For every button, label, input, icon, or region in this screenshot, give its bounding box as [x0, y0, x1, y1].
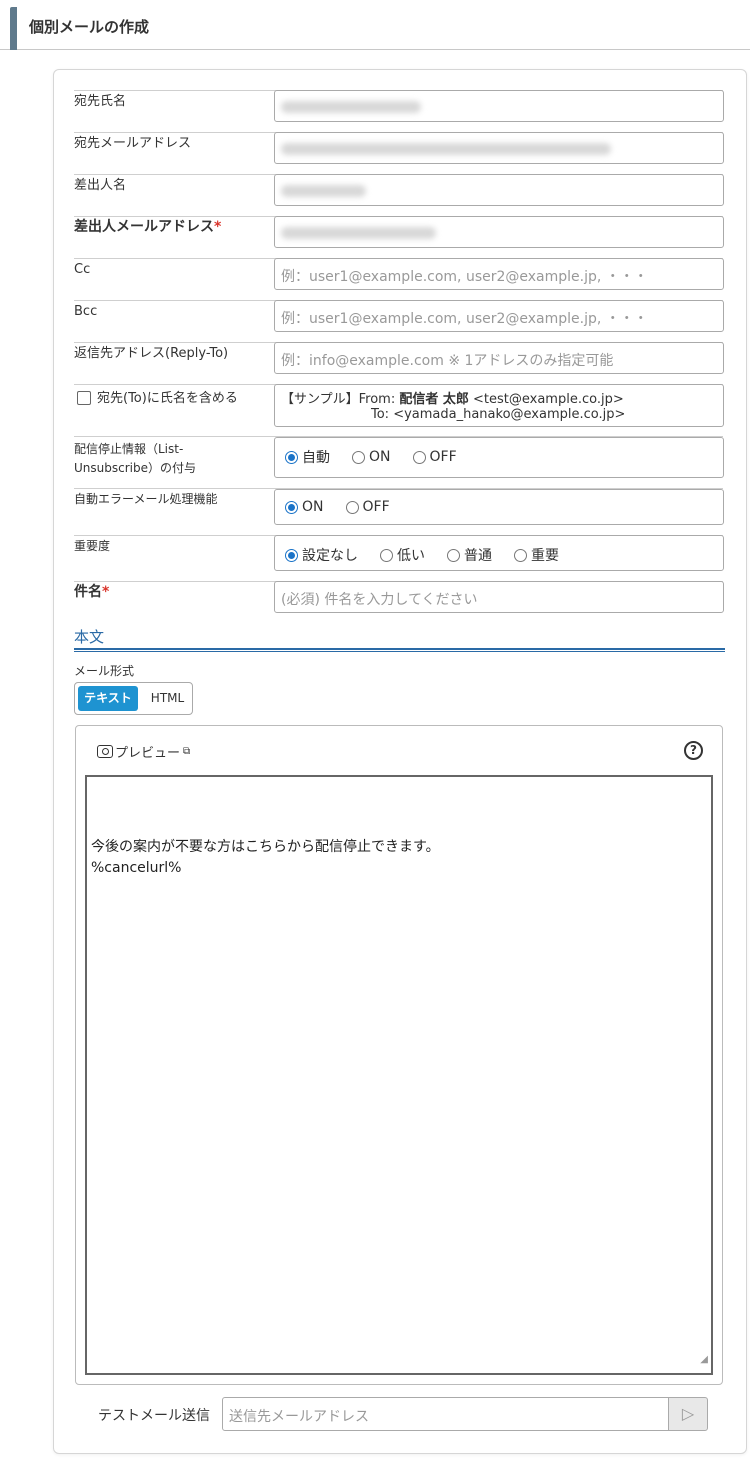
radio-off[interactable]: OFF: [412, 449, 457, 465]
header-accent-bar: [10, 7, 17, 50]
radio-dot-icon: [285, 450, 298, 464]
redacted-value: [281, 185, 366, 197]
body-section-title: 本文: [74, 628, 105, 646]
body-line: %cancelurl%: [91, 860, 182, 876]
to-email-label: 宛先メールアドレス: [74, 136, 192, 151]
test-mail-label: テストメール送信: [98, 1408, 210, 1424]
body-textarea[interactable]: 今後の案内が不要な方はこちらから配信停止できます。 %cancelurl% ◢: [85, 775, 713, 1375]
sample-from-line: 【サンプル】From: 配信者 太郎 <test@example.co.jp>: [281, 392, 624, 407]
preview-button[interactable]: プレビュー ⧉: [97, 742, 190, 761]
page-title: 個別メールの作成: [29, 18, 150, 36]
send-test-button[interactable]: ▷: [668, 1397, 708, 1431]
radio-dot-icon: [285, 548, 298, 562]
radio-on[interactable]: ON: [352, 449, 391, 465]
include-name-checkbox[interactable]: [77, 391, 91, 405]
help-icon[interactable]: ?: [684, 741, 703, 760]
list-unsubscribe-radio-group: 自動 ON OFF: [285, 447, 479, 467]
to-email-field[interactable]: [274, 132, 724, 164]
radio-dot-icon: [352, 450, 365, 464]
sample-to-line: To: <yamada_hanako@example.co.jp>: [371, 407, 626, 422]
external-link-icon: ⧉: [183, 746, 191, 757]
subject-input[interactable]: (必須) 件名を入力してください: [274, 581, 724, 613]
radio-dot-icon: [345, 500, 359, 514]
include-name-label[interactable]: 宛先(To)に氏名を含める: [97, 390, 238, 407]
radio-dot-icon: [412, 450, 426, 464]
section-divider: [74, 648, 725, 652]
radio-on[interactable]: ON: [285, 499, 324, 515]
resize-grip-icon[interactable]: ◢: [700, 1349, 708, 1370]
format-text-button[interactable]: テキスト: [78, 686, 138, 711]
mail-format-toggle: テキスト HTML: [74, 682, 193, 715]
eye-icon: [97, 745, 113, 758]
radio-dot-icon: [447, 548, 460, 562]
from-name-field[interactable]: [274, 174, 724, 206]
preview-label: プレビュー: [115, 746, 181, 761]
test-mail-input[interactable]: 送信先メールアドレス: [222, 1397, 669, 1431]
cc-label: Cc: [74, 262, 91, 277]
reply-to-label: 返信先アドレス(Reply-To): [74, 346, 229, 361]
radio-off[interactable]: OFF: [345, 499, 390, 515]
importance-radio-group: 設定なし 低い 普通 重要: [285, 545, 581, 565]
auto-error-label: 自動エラーメール処理機能: [74, 492, 218, 506]
body-line: 今後の案内が不要な方はこちらから配信停止できます。: [91, 839, 440, 855]
subject-label: 件名*: [74, 584, 110, 600]
radio-low[interactable]: 低い: [380, 545, 425, 565]
required-mark: *: [214, 219, 222, 235]
name-sample-box: 【サンプル】From: 配信者 太郎 <test@example.co.jp> …: [274, 384, 724, 427]
redacted-value: [281, 143, 611, 155]
send-icon: ▷: [681, 1404, 695, 1423]
to-name-field[interactable]: [274, 90, 724, 122]
format-html-button[interactable]: HTML: [145, 686, 190, 711]
required-mark: *: [102, 584, 110, 600]
cc-input[interactable]: 例：user1@example.com, user2@example.jp, ・…: [274, 258, 724, 290]
radio-dot-icon: [285, 500, 298, 514]
radio-high[interactable]: 重要: [514, 545, 559, 565]
from-email-field[interactable]: [274, 216, 724, 248]
radio-dot-icon: [380, 548, 393, 562]
auto-error-radio-group: ON OFF: [285, 499, 412, 515]
from-name-label: 差出人名: [74, 178, 127, 193]
radio-normal[interactable]: 普通: [447, 545, 492, 565]
page-header: 個別メールの作成: [0, 0, 750, 50]
from-email-label: 差出人メールアドレス*: [74, 219, 222, 235]
bcc-label: Bcc: [74, 304, 98, 319]
list-unsubscribe-label: 配信停止情報（List- Unsubscribe）の付与: [74, 442, 196, 475]
radio-auto[interactable]: 自動: [285, 447, 330, 467]
to-name-label: 宛先氏名: [74, 94, 127, 109]
bcc-input[interactable]: 例：user1@example.com, user2@example.jp, ・…: [274, 300, 724, 332]
redacted-value: [281, 101, 421, 113]
mail-format-label: メール形式: [74, 664, 135, 678]
importance-label: 重要度: [74, 539, 111, 553]
radio-dot-icon: [514, 548, 527, 562]
reply-to-input[interactable]: 例：info@example.com ※ 1アドレスのみ指定可能: [274, 342, 724, 374]
redacted-value: [281, 227, 436, 239]
radio-none[interactable]: 設定なし: [285, 545, 358, 565]
